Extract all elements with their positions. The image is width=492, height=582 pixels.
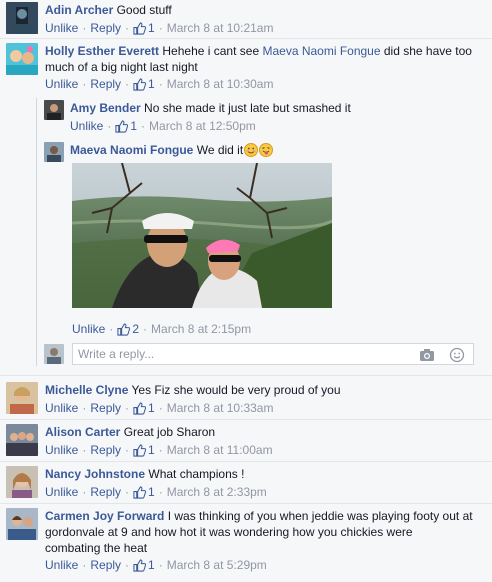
unlike-button[interactable]: Unlike xyxy=(45,76,78,92)
reply-maeva-naomi-fongue: Maeva Naomi Fongue We did it xyxy=(44,142,484,162)
timestamp[interactable]: March 8 at 2:33pm xyxy=(167,484,267,500)
like-count[interactable]: 1 xyxy=(148,442,155,458)
comment-author[interactable]: Amy Bender xyxy=(70,101,141,115)
avatar[interactable] xyxy=(6,508,38,540)
reply-meta: Unlike · 2 · March 8 at 2:15pm xyxy=(72,321,252,337)
thumbs-up-icon[interactable] xyxy=(133,77,147,91)
thumbs-up-icon[interactable] xyxy=(117,322,131,336)
timestamp[interactable]: March 8 at 12:50pm xyxy=(149,118,256,134)
comment-alison-carter: Alison Carter Great job Sharon Unlike · R… xyxy=(6,424,486,458)
comment-author[interactable]: Holly Esther Everett xyxy=(45,44,159,58)
reply-button[interactable]: Reply xyxy=(90,20,121,36)
thumbs-up-icon[interactable] xyxy=(133,21,147,35)
like-count[interactable]: 2 xyxy=(132,321,139,337)
mention-link[interactable]: Maeva Naomi Fongue xyxy=(262,44,380,58)
comment-text: Yes Fiz she would be very proud of you xyxy=(131,383,341,397)
comment-michelle-clyne: Michelle Clyne Yes Fiz she would be very… xyxy=(6,382,486,416)
thumbs-up-icon[interactable] xyxy=(133,558,147,572)
timestamp[interactable]: March 8 at 10:21am xyxy=(167,20,274,36)
comment-author[interactable]: Adin Archer xyxy=(45,3,113,17)
reply-input[interactable] xyxy=(78,347,408,361)
comment-author[interactable]: Maeva Naomi Fongue xyxy=(70,143,193,157)
comment-text: What champions ! xyxy=(148,467,245,481)
unlike-button[interactable]: Unlike xyxy=(72,321,105,337)
comment-text: combating the heat xyxy=(45,541,148,555)
reply-button[interactable]: Reply xyxy=(90,400,121,416)
smiley-blush-emoji-icon xyxy=(244,143,259,157)
comment-carmen-joy-forward: Carmen Joy Forward I was thinking of you… xyxy=(6,508,490,573)
comment-nancy-johnstone: Nancy Johnstone What champions ! Unlike ·… xyxy=(6,466,486,500)
reply-button[interactable]: Reply xyxy=(90,442,121,458)
avatar[interactable] xyxy=(44,100,64,120)
avatar[interactable] xyxy=(6,2,38,34)
divider xyxy=(0,375,492,376)
like-count[interactable]: 1 xyxy=(148,400,155,416)
timestamp[interactable]: March 8 at 10:33am xyxy=(167,400,274,416)
unlike-button[interactable]: Unlike xyxy=(45,557,78,573)
comment-text: much of a big night last night xyxy=(45,60,198,74)
shared-photo[interactable] xyxy=(72,163,332,308)
unlike-button[interactable]: Unlike xyxy=(45,484,78,500)
thumbs-up-icon[interactable] xyxy=(133,401,147,415)
thumbs-up-icon[interactable] xyxy=(133,443,147,457)
reply-button[interactable]: Reply xyxy=(90,76,121,92)
avatar[interactable] xyxy=(6,424,38,456)
comment-adin-archer: Adin Archer Good stuff Unlike · Reply · 1 ·… xyxy=(6,2,486,36)
camera-icon[interactable] xyxy=(419,347,435,363)
unlike-button[interactable]: Unlike xyxy=(45,20,78,36)
unlike-button[interactable]: Unlike xyxy=(45,400,78,416)
avatar[interactable] xyxy=(44,142,64,162)
timestamp[interactable]: March 8 at 5:29pm xyxy=(167,557,267,573)
divider xyxy=(0,461,492,462)
like-count[interactable]: 1 xyxy=(148,557,155,573)
thumbs-up-icon[interactable] xyxy=(115,119,129,133)
unlike-button[interactable]: Unlike xyxy=(45,442,78,458)
smiley-icon[interactable] xyxy=(449,347,465,363)
comment-author[interactable]: Carmen Joy Forward xyxy=(45,509,164,523)
reply-thread-rail xyxy=(36,98,37,366)
thumbs-up-icon[interactable] xyxy=(133,485,147,499)
comment-text: Great job Sharon xyxy=(123,425,216,439)
avatar[interactable] xyxy=(6,43,38,75)
comment-text: Good stuff xyxy=(116,3,172,17)
timestamp[interactable]: March 8 at 2:15pm xyxy=(151,321,251,337)
divider xyxy=(0,38,492,39)
comment-author[interactable]: Nancy Johnstone xyxy=(45,467,145,481)
comment-text: No she made it just late but smashed it xyxy=(144,101,351,115)
avatar[interactable] xyxy=(6,382,38,414)
like-count[interactable]: 1 xyxy=(148,20,155,36)
reply-button[interactable]: Reply xyxy=(90,484,121,500)
comment-text: gordonvale at 9 and how hot it was wonde… xyxy=(45,525,413,539)
reply-amy-bender: Amy Bender No she made it just late but … xyxy=(44,100,484,134)
comment-text: We did it xyxy=(196,143,244,157)
reply-button[interactable]: Reply xyxy=(90,557,121,573)
timestamp[interactable]: March 8 at 10:30am xyxy=(167,76,274,92)
comment-author[interactable]: Michelle Clyne xyxy=(45,383,128,397)
current-user-avatar xyxy=(44,344,64,364)
timestamp[interactable]: March 8 at 11:00am xyxy=(167,442,273,458)
tongue-out-emoji-icon xyxy=(259,143,274,157)
divider xyxy=(0,503,492,504)
like-count[interactable]: 1 xyxy=(148,484,155,500)
like-count[interactable]: 1 xyxy=(148,76,155,92)
divider xyxy=(0,419,492,420)
reply-composer[interactable] xyxy=(72,343,474,365)
unlike-button[interactable]: Unlike xyxy=(70,118,103,134)
avatar[interactable] xyxy=(6,466,38,498)
comment-holly-esther-everett: Holly Esther Everett Hehehe i cant see M… xyxy=(6,43,486,92)
comment-author[interactable]: Alison Carter xyxy=(45,425,120,439)
like-count[interactable]: 1 xyxy=(130,118,137,134)
